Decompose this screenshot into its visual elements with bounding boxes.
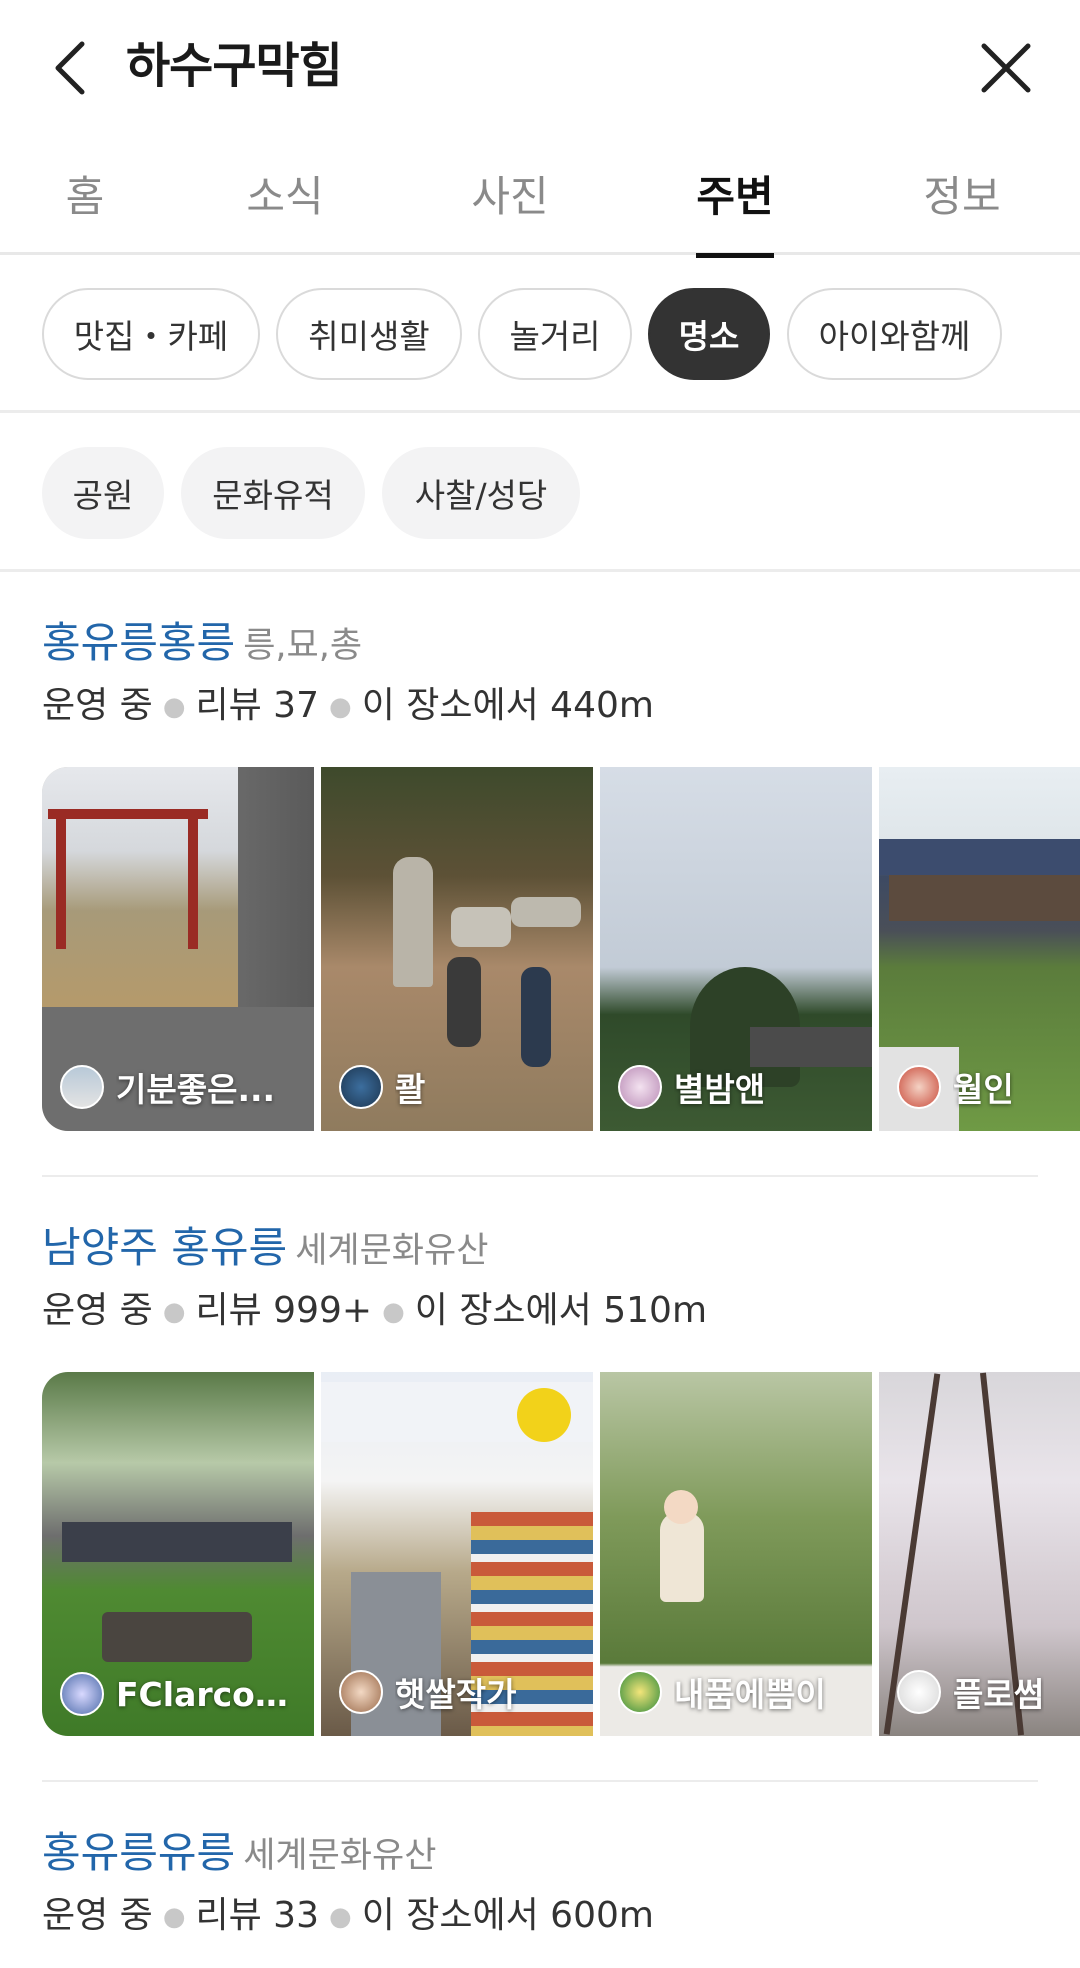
photo-author: 플로썸 <box>897 1668 1044 1716</box>
place-title-line: 홍유릉홍릉 릉,묘,총 <box>42 617 362 672</box>
avatar <box>60 1065 104 1109</box>
tab-info[interactable]: 정보 <box>912 145 1012 255</box>
avatar <box>60 1672 104 1716</box>
place-category: 릉,묘,총 <box>243 626 363 666</box>
tab-home[interactable]: 홈 <box>40 145 130 255</box>
place-card[interactable]: 남양주 홍유릉 세계문화유산 운영 중 ● 리뷰 999+ ● 이 장소에서 510m F… <box>0 1210 1080 1780</box>
divider <box>42 1780 1038 1782</box>
place-name[interactable]: 남양주 홍유릉 <box>42 1223 287 1272</box>
author-name: 내품에쁨이 <box>674 1675 826 1714</box>
separator-dot: ● <box>329 1902 352 1932</box>
avatar <box>897 1670 941 1714</box>
photo-author: 별밤앤 <box>618 1063 765 1111</box>
photo-author: 기분좋은... <box>60 1063 275 1111</box>
category-chip-row: 맛집・카페 취미생활 놀거리 명소 아이와함께 <box>0 285 1080 413</box>
author-name: FClarcon... <box>116 1674 296 1714</box>
place-meta: 운영 중 ● 리뷰 999+ ● 이 장소에서 510m <box>42 1286 707 1337</box>
review-count: 리뷰 999+ <box>195 1290 373 1331</box>
photo-author: 내품에쁨이 <box>618 1668 826 1716</box>
place-name[interactable]: 홍유릉홍릉 <box>42 618 235 667</box>
photo-thumbnail[interactable]: 햇쌀작가 <box>321 1372 593 1736</box>
place-title-line: 홍유릉유릉 세계문화유산 <box>42 1827 436 1882</box>
photo-author: 월인 <box>897 1063 1014 1111</box>
photo-thumbnail[interactable]: 내품에쁨이 <box>600 1372 872 1736</box>
photo-thumbnail[interactable]: 월인 <box>879 767 1080 1131</box>
place-category: 세계문화유산 <box>295 1231 489 1271</box>
avatar <box>339 1670 383 1714</box>
review-count: 리뷰 37 <box>195 685 320 726</box>
status-label: 운영 중 <box>42 1895 153 1936</box>
page-title: 하수구막힘 <box>126 38 343 94</box>
subcategory-chip-row: 공원 문화유적 사찰/성당 <box>0 444 1080 572</box>
distance: 이 장소에서 510m <box>414 1290 708 1331</box>
tab-news[interactable]: 소식 <box>235 145 335 255</box>
separator-dot: ● <box>382 1297 405 1327</box>
close-icon <box>981 43 1031 93</box>
photo-thumbnail[interactable]: FClarcon... <box>42 1372 314 1736</box>
chip-hobby[interactable]: 취미생활 <box>276 288 462 380</box>
distance: 이 장소에서 600m <box>361 1895 654 1936</box>
author-name: 월인 <box>953 1070 1014 1109</box>
place-card[interactable]: 홍유릉홍릉 릉,묘,총 운영 중 ● 리뷰 37 ● 이 장소에서 440m 기분좋은..… <box>0 605 1080 1175</box>
photo-thumbnail[interactable]: 별밤앤 <box>600 767 872 1131</box>
separator-dot: ● <box>162 1297 186 1327</box>
distance: 이 장소에서 440m <box>361 685 654 726</box>
author-name: 햇쌀작가 <box>395 1675 517 1714</box>
photo-strip[interactable]: 기분좋은... 콸 별밤앤 월인 <box>42 767 1080 1131</box>
author-name: 별밤앤 <box>674 1070 766 1109</box>
chip-with-kids[interactable]: 아이와함께 <box>787 288 1002 380</box>
photo-strip[interactable]: FClarcon... 햇쌀작가 내품에쁨이 플로썸 <box>42 1372 1080 1736</box>
author-name: 기분좋은... <box>116 1070 276 1109</box>
status-label: 운영 중 <box>42 1290 153 1331</box>
author-name: 플로썸 <box>953 1675 1045 1714</box>
place-category: 세계문화유산 <box>243 1836 437 1876</box>
place-name[interactable]: 홍유릉유릉 <box>42 1828 235 1877</box>
top-bar: 하수구막힘 <box>0 0 1080 130</box>
tab-bar: 홈 소식 사진 주변 정보 <box>0 145 1080 258</box>
tab-photos[interactable]: 사진 <box>460 145 560 255</box>
chevron-left-icon <box>55 41 85 95</box>
avatar <box>339 1065 383 1109</box>
status-label: 운영 중 <box>42 685 153 726</box>
chip-temple-church[interactable]: 사찰/성당 <box>382 447 580 539</box>
avatar <box>618 1670 662 1714</box>
photo-thumbnail[interactable]: 기분좋은... <box>42 767 314 1131</box>
chip-park[interactable]: 공원 <box>42 447 164 539</box>
photo-author: FClarcon... <box>60 1672 296 1716</box>
place-card[interactable]: 홍유릉유릉 세계문화유산 운영 중 ● 리뷰 33 ● 이 장소에서 600m <box>0 1815 1080 1968</box>
tab-nearby[interactable]: 주변 <box>696 145 774 258</box>
author-name: 콸 <box>395 1070 426 1109</box>
chip-restaurants-cafe[interactable]: 맛집・카페 <box>42 288 260 380</box>
avatar <box>897 1065 941 1109</box>
divider <box>42 1175 1038 1177</box>
avatar <box>618 1065 662 1109</box>
chip-entertainment[interactable]: 놀거리 <box>478 288 632 380</box>
place-meta: 운영 중 ● 리뷰 33 ● 이 장소에서 600m <box>42 1891 654 1942</box>
review-count: 리뷰 33 <box>195 1895 320 1936</box>
photo-thumbnail[interactable]: 플로썸 <box>879 1372 1080 1736</box>
place-title-line: 남양주 홍유릉 세계문화유산 <box>42 1222 488 1277</box>
close-button[interactable] <box>968 30 1044 106</box>
back-button[interactable] <box>40 30 100 106</box>
separator-dot: ● <box>162 692 186 722</box>
separator-dot: ● <box>162 1902 186 1932</box>
photo-author: 콸 <box>339 1063 425 1111</box>
separator-dot: ● <box>329 692 352 722</box>
chip-cultural-heritage[interactable]: 문화유적 <box>181 447 365 539</box>
photo-author: 햇쌀작가 <box>339 1668 516 1716</box>
chip-attractions[interactable]: 명소 <box>648 288 770 380</box>
photo-thumbnail[interactable]: 콸 <box>321 767 593 1131</box>
place-meta: 운영 중 ● 리뷰 37 ● 이 장소에서 440m <box>42 681 654 732</box>
